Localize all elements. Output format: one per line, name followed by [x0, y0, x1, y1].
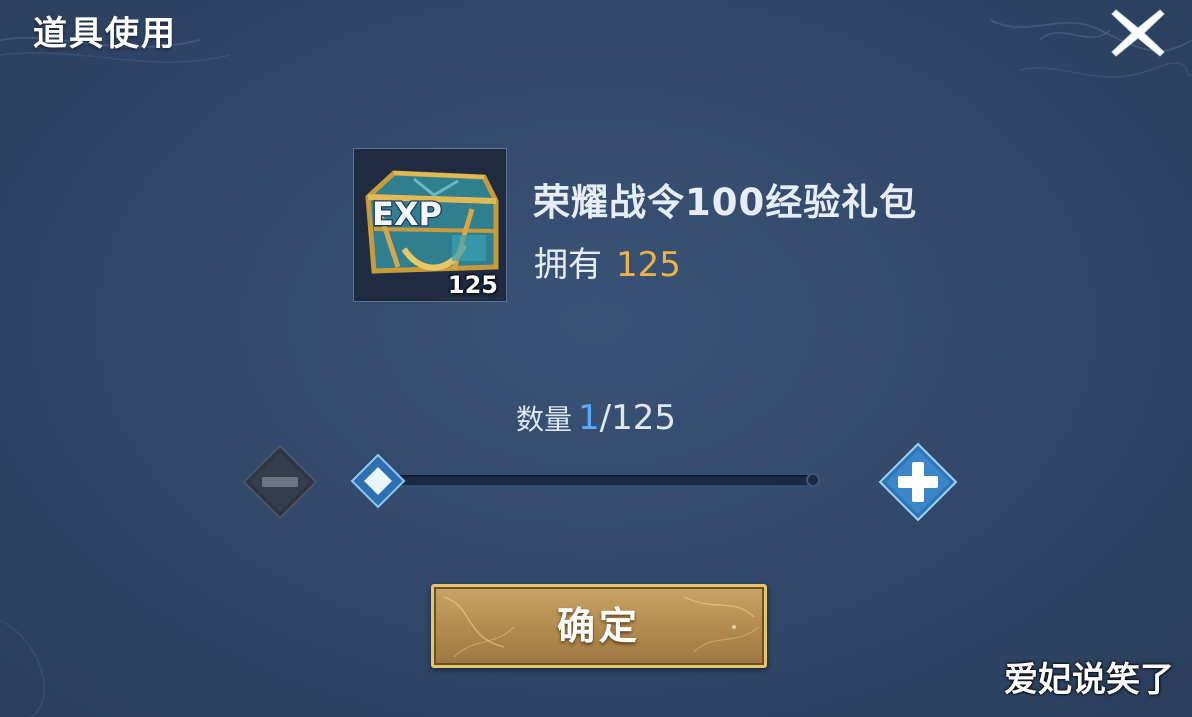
- quantity-max: /125: [599, 398, 676, 438]
- confirm-button[interactable]: 确定: [431, 584, 767, 668]
- close-icon: [1111, 9, 1165, 57]
- increase-button[interactable]: [878, 442, 958, 522]
- item-use-dialog: 道具使用 EXP 125 荣耀战令100经验礼包 拥有 125 数量1/125: [0, 0, 1192, 717]
- item-stack-count: 125: [447, 271, 498, 299]
- decrease-button[interactable]: [242, 444, 318, 520]
- close-button[interactable]: [1108, 4, 1168, 62]
- item-icon-slot: EXP 125: [353, 148, 507, 302]
- exp-label: EXP: [372, 195, 442, 233]
- minus-icon: [242, 444, 318, 520]
- dialog-title: 道具使用: [33, 14, 177, 54]
- item-name: 荣耀战令100经验礼包: [533, 181, 918, 224]
- plus-icon: [878, 442, 958, 522]
- confirm-label: 确定: [556, 604, 641, 648]
- quantity-label: 数量: [515, 403, 572, 436]
- quantity-row: 数量 1/125: [0, 398, 1192, 438]
- quantity-current: 1: [578, 398, 600, 438]
- slider-end-marker: [806, 473, 820, 487]
- quantity-slider-track[interactable]: [376, 475, 816, 485]
- owned-row: 拥有 125: [534, 237, 681, 286]
- quantity-slider-thumb[interactable]: [350, 453, 406, 509]
- owned-label: 拥有: [534, 245, 602, 285]
- slider-thumb-icon: [350, 453, 406, 509]
- watermark-text: 爱妃说笑了: [1004, 660, 1174, 700]
- owned-value: 125: [616, 245, 681, 285]
